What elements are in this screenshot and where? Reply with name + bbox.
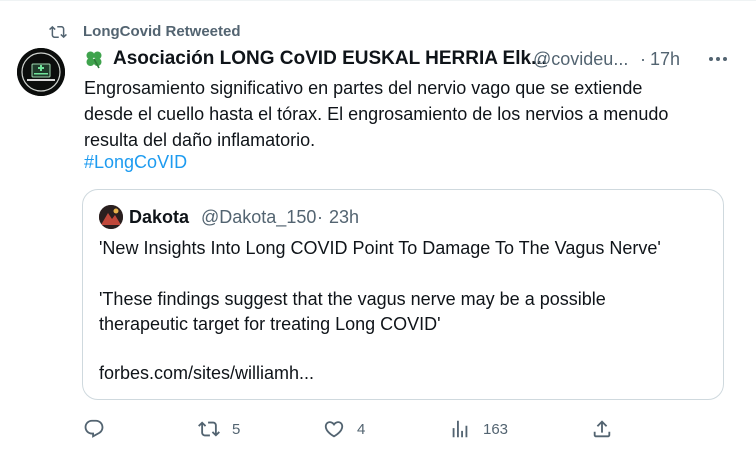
top-divider <box>0 0 756 1</box>
display-name[interactable]: Asociación LONG CoVID EUSKAL HERRIA Elk.… <box>113 48 547 70</box>
views-count: 163 <box>483 420 509 438</box>
four-leaf-clover-icon <box>86 51 102 69</box>
tweet-text-line: desde el cuello hasta el tórax. El engro… <box>84 104 669 124</box>
retweet-icon <box>198 421 220 437</box>
user-handle[interactable]: @covideu... <box>533 49 628 70</box>
separator-dot: · <box>640 49 646 69</box>
tweet-header: Asociación LONG CoVID EUSKAL HERRIA Elk.… <box>84 47 739 71</box>
quote-display-name[interactable]: Dakota <box>129 207 189 228</box>
like-button[interactable]: 4 <box>323 414 365 444</box>
retweet-icon <box>49 25 67 39</box>
tweet-text-line: Engrosamiento significativo en partes de… <box>84 78 643 98</box>
hashtag-link[interactable]: #LongCoVID <box>84 149 187 175</box>
heart-icon <box>324 421 344 438</box>
more-icon[interactable] <box>705 47 731 71</box>
quote-timestamp[interactable]: 23h <box>329 207 359 228</box>
avatar-dakota <box>99 205 123 229</box>
like-count: 4 <box>357 420 366 438</box>
retweet-label[interactable]: LongCovid Retweeted <box>83 23 241 40</box>
separator-dot: · <box>317 207 323 227</box>
reply-button[interactable] <box>83 414 105 444</box>
reply-icon <box>84 419 104 438</box>
retweet-button[interactable]: 5 <box>198 414 240 444</box>
retweet-count: 5 <box>232 420 241 438</box>
views-button[interactable]: 163 <box>449 414 508 444</box>
tweet-text: Engrosamiento significativo en partes de… <box>84 75 724 153</box>
quote-text-line: 'These findings suggest that the vagus n… <box>99 289 606 309</box>
share-button[interactable] <box>591 414 613 444</box>
analytics-icon <box>452 420 468 438</box>
quote-text-line: 'New Insights Into Long COVID Point To D… <box>99 238 661 258</box>
avatar[interactable] <box>17 48 65 96</box>
quoted-tweet[interactable]: Dakota @Dakota_150 · 23h 'New Insights I… <box>82 189 724 400</box>
avatar-long-covid-logo <box>17 48 65 96</box>
timestamp[interactable]: 17h <box>650 49 680 70</box>
quote-text-line: therapeutic target for treating Long COV… <box>99 314 441 334</box>
quote-link[interactable]: forbes.com/sites/williamh... <box>99 363 314 384</box>
quote-avatar[interactable] <box>99 205 123 229</box>
share-icon <box>593 420 611 438</box>
action-bar: 5 4 163 <box>0 414 756 444</box>
quote-handle[interactable]: @Dakota_150 <box>201 207 316 228</box>
